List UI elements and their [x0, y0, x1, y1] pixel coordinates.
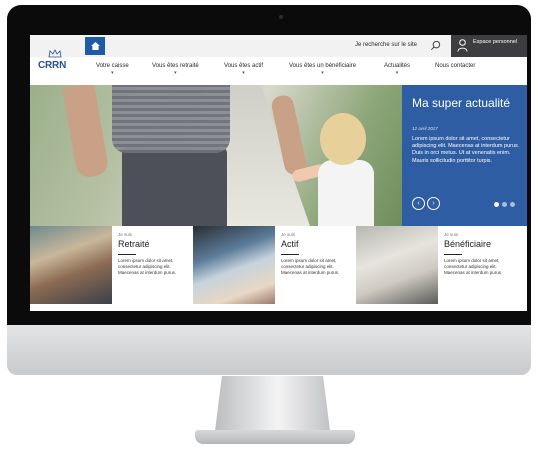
- card-title: Actif: [281, 239, 299, 249]
- top-bar: Je recherche sur le site Espace personne…: [30, 35, 527, 57]
- crown-icon: [48, 49, 62, 58]
- card-kicker: Je suis: [444, 232, 459, 237]
- website-screen: Je recherche sur le site Espace personne…: [30, 35, 527, 311]
- card-kicker: Je suis: [281, 232, 296, 237]
- card-title: Retraité: [118, 239, 150, 249]
- nav-item-votre-caisse[interactable]: Votre caisse ▾: [96, 63, 129, 76]
- logo[interactable]: CRRN: [38, 49, 74, 79]
- nav-item-label: Actualités: [384, 63, 411, 69]
- search-input[interactable]: Je recherche sur le site: [355, 42, 417, 48]
- nav-item-actif[interactable]: Vous êtes actif ▾: [224, 63, 263, 76]
- hero-slider: Ma super actualité 12 avril 2017 Lorem i…: [30, 85, 527, 226]
- hero-image: [30, 85, 402, 226]
- profile-cards: Je suis Retraité Lorem ipsum dolor sit a…: [30, 226, 527, 311]
- monitor-stand-base: [195, 430, 355, 444]
- card-photo: [30, 226, 112, 304]
- card-title: Bénéficiaire: [444, 239, 492, 249]
- hero-child-hair: [320, 113, 366, 165]
- chevron-left-icon[interactable]: ‹: [412, 197, 425, 210]
- nav-item-actualites[interactable]: Actualités ▾: [384, 63, 410, 76]
- slider-dots: [494, 202, 515, 207]
- user-icon: [457, 39, 468, 52]
- monitor-chin: [7, 325, 531, 375]
- card-text: Lorem ipsum dolor sit amet, consectetur …: [281, 258, 340, 275]
- nav-item-label: Nous contacter: [435, 63, 476, 69]
- nav-item-label: Vous êtes un bénéficiaire: [289, 63, 357, 69]
- chevron-down-icon: ▾: [395, 70, 399, 76]
- search-icon[interactable]: [430, 40, 441, 51]
- chevron-down-icon: ▾: [242, 70, 245, 76]
- news-title[interactable]: Ma super actualité: [412, 97, 522, 110]
- slider-dot[interactable]: [494, 202, 499, 207]
- chevron-right-icon[interactable]: ›: [427, 197, 440, 210]
- nav-item-label: Vous êtes actif: [224, 63, 264, 69]
- news-body: Lorem ipsum dolor sit amet, consectetur …: [412, 136, 520, 164]
- news-panel: Ma super actualité 12 avril 2017 Lorem i…: [402, 85, 527, 226]
- monitor-stand: [215, 376, 330, 431]
- nav-item-label: Votre caisse: [96, 63, 129, 69]
- nav-item-contact[interactable]: Nous contacter: [435, 63, 475, 69]
- chevron-down-icon: ▾: [174, 70, 177, 76]
- card-photo: [193, 226, 275, 304]
- card-divider: [118, 254, 136, 255]
- nav-item-label: Vous êtes retraité: [152, 63, 199, 69]
- nav-item-beneficiaire[interactable]: Vous êtes un bénéficiaire ▾: [289, 63, 356, 76]
- hero-man-pants: [122, 147, 227, 226]
- card-photo: [356, 226, 438, 304]
- card-beneficiaire[interactable]: Je suis Bénéficiaire Lorem ipsum dolor s…: [356, 226, 519, 306]
- card-divider: [444, 254, 462, 255]
- home-icon: [90, 42, 100, 50]
- card-text: Lorem ipsum dolor sit amet, consectetur …: [118, 258, 177, 275]
- card-divider: [281, 254, 299, 255]
- logo-wordmark: CRRN: [38, 60, 67, 71]
- account-button[interactable]: Espace personnel: [451, 35, 527, 57]
- account-label: Espace personnel: [473, 39, 518, 45]
- card-retraite[interactable]: Je suis Retraité Lorem ipsum dolor sit a…: [30, 226, 193, 306]
- card-text: Lorem ipsum dolor sit amet, consectetur …: [444, 258, 503, 275]
- hero-child-body: [318, 160, 374, 226]
- main-nav: Votre caisse ▾ Vous êtes retraité ▾ Vous…: [88, 59, 527, 81]
- slider-dot[interactable]: [510, 202, 515, 207]
- nav-item-retraite[interactable]: Vous êtes retraité ▾: [152, 63, 199, 76]
- chevron-down-icon: ▾: [111, 70, 114, 76]
- home-button[interactable]: [85, 37, 105, 55]
- slider-dot[interactable]: [502, 202, 507, 207]
- hero-man-arm: [62, 85, 110, 180]
- news-date: 12 avril 2017: [412, 126, 438, 131]
- card-kicker: Je suis: [118, 232, 133, 237]
- camera: [279, 15, 283, 19]
- chevron-down-icon: ▾: [321, 70, 324, 76]
- imac-monitor: Je recherche sur le site Espace personne…: [7, 5, 531, 375]
- hero-man-shirt: [112, 85, 230, 153]
- card-actif[interactable]: Je suis Actif Lorem ipsum dolor sit amet…: [193, 226, 356, 306]
